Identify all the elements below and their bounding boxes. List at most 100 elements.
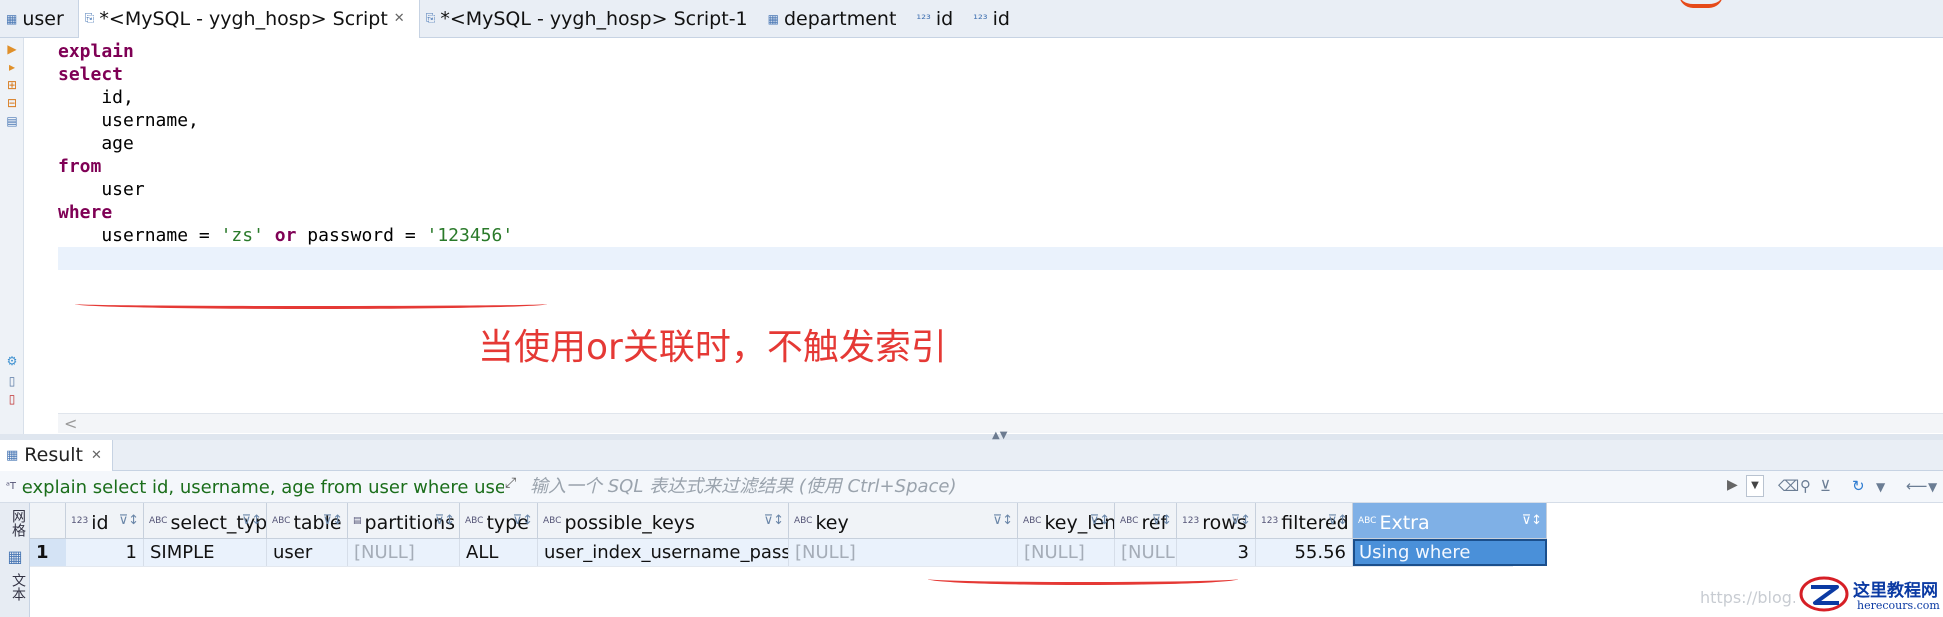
close-icon[interactable]: ✕ [91, 448, 102, 463]
column-header-key_len[interactable]: ABC key_len ⊽↕ [1018, 503, 1115, 539]
tab-2[interactable]: ⎘ *<MySQL - yygh_hosp> Script-1 [420, 0, 762, 38]
column-header-possible_keys[interactable]: ABC possible_keys ⊽↕ [538, 503, 789, 539]
execute-script-icon[interactable]: ▸ [5, 60, 19, 74]
tab-4[interactable]: ¹²³ id [910, 0, 967, 38]
column-header-Extra[interactable]: ABC Extra ⊽↕ [1353, 503, 1547, 539]
site-logo: 这里教程网 herecours.com [1795, 572, 1943, 617]
back-icon[interactable]: ⟵ [1906, 477, 1928, 495]
tab-3[interactable]: ▦ department [762, 0, 911, 38]
grid-view-button[interactable]: 网格 [2, 509, 28, 537]
tab-result[interactable]: ▦ Result ✕ [0, 439, 113, 471]
tab-0[interactable]: ▦ user [0, 0, 78, 38]
text-view-button[interactable]: 文本 [2, 573, 28, 601]
filter-settings-icon[interactable]: ⚲ [1800, 477, 1811, 495]
result-grid[interactable]: 1123id⊽↕1ABCselect_type⊽↕SIMPLEABCtable⊽… [30, 503, 1943, 617]
refresh-icon[interactable]: ↻ [1852, 477, 1865, 495]
new-file-icon[interactable]: ▯ [5, 392, 19, 406]
scroll-left-icon[interactable]: < [64, 414, 77, 433]
cell-partitions[interactable]: [NULL] [348, 539, 460, 566]
apply-filter-icon[interactable]: ▶ [1727, 477, 1738, 493]
sort-filter-icon[interactable]: ⊽↕ [993, 503, 1013, 538]
string-type-icon: ABC [149, 516, 168, 526]
cell-filtered[interactable]: 55.56 [1256, 539, 1353, 566]
explain-plan-icon[interactable]: ⊞ [5, 78, 19, 92]
row-number[interactable]: 1 [30, 539, 66, 566]
cell-ref[interactable]: [NULL] [1115, 539, 1177, 566]
column-header-id[interactable]: 123 id ⊽↕ [66, 503, 144, 539]
numeric-column-icon: ¹²³ [916, 11, 931, 26]
sql-editor[interactable]: ▶ ▸ ⊞ ⊟ ▤ ⚙ ▯ ▯ explain select id, userna… [0, 38, 1943, 434]
eraser-icon[interactable]: ⌫ [1778, 477, 1799, 495]
tab-5[interactable]: ¹²³ id [967, 0, 1024, 38]
sort-filter-icon[interactable]: ⊽↕ [323, 503, 343, 538]
sort-filter-icon[interactable]: ⊽↕ [242, 503, 262, 538]
logo-text-cn: 这里教程网 [1853, 581, 1938, 601]
cell-rows[interactable]: 3 [1177, 539, 1256, 566]
result-filter-bar: ᵃT explain select id, username, age from… [0, 471, 1943, 503]
export-icon[interactable]: ▤ [5, 114, 19, 128]
column-header-partitions[interactable]: ▤ partitions ⊽↕ [348, 503, 460, 539]
sort-filter-icon[interactable]: ⊽↕ [1328, 503, 1348, 538]
editor-tab-bar: ▦ user ⎘ *<MySQL - yygh_hosp> Script ✕ ⎘ *<MyS… [0, 0, 1943, 38]
column-header-rows[interactable]: 123 rows ⊽↕ [1177, 503, 1256, 539]
column-header-key[interactable]: ABC key ⊽↕ [789, 503, 1018, 539]
column-header-table[interactable]: ABC table ⊽↕ [267, 503, 348, 539]
cell-possible_keys[interactable]: user_index_username_password [538, 539, 789, 566]
execute-icon[interactable]: ▶ [5, 42, 19, 56]
expand-icon[interactable]: ⤢ [505, 475, 516, 491]
sort-filter-icon[interactable]: ⊽↕ [513, 503, 533, 538]
grid-corner [30, 503, 66, 539]
close-icon[interactable]: ✕ [394, 11, 405, 26]
refresh-options-icon[interactable]: ▼ [1876, 480, 1885, 494]
column-name: possible_keys [564, 512, 695, 534]
column-header-select_type[interactable]: ABCselect_type⊽↕ [144, 503, 267, 539]
load-plan-icon[interactable]: ⊟ [5, 96, 19, 110]
grid-icon[interactable]: ▦ [2, 547, 28, 566]
filter-history-dropdown[interactable]: ▼ [1746, 475, 1764, 497]
editor-toolbar: ▶ ▸ ⊞ ⊟ ▤ ⚙ ▯ ▯ [0, 38, 24, 434]
cell-id[interactable]: 1 [66, 539, 144, 566]
sort-filter-icon[interactable]: ⊽↕ [1090, 503, 1110, 538]
tab-label: user [22, 7, 64, 30]
settings-icon[interactable]: ⚙ [5, 354, 19, 368]
sql-text: user [58, 179, 145, 200]
cell-key_len[interactable]: [NULL] [1018, 539, 1115, 566]
column-header-filtered[interactable]: 123 filtered ⊽↕ [1256, 503, 1353, 539]
logo-mark-icon [1799, 576, 1849, 612]
sort-filter-icon[interactable]: ⊽↕ [119, 503, 139, 538]
code-line: select [58, 63, 513, 86]
table-icon: ▦ [767, 11, 779, 26]
column-name: key [815, 512, 849, 534]
column-header-ref[interactable]: ABC ref ⊽↕ [1115, 503, 1177, 539]
sort-filter-icon[interactable]: ⊽↕ [435, 503, 455, 538]
cell-Extra[interactable]: Using where [1353, 539, 1547, 566]
sort-filter-icon[interactable]: ⊽↕ [1152, 503, 1172, 538]
sort-filter-icon[interactable]: ⊽↕ [1522, 503, 1542, 538]
code-line: username, [58, 109, 513, 132]
string-type-icon: ABC [1358, 516, 1377, 526]
cell-select_type[interactable]: SIMPLE [144, 539, 267, 566]
tab-1[interactable]: ⎘ *<MySQL - yygh_hosp> Script ✕ [77, 0, 420, 38]
back-options-icon[interactable]: ▼ [1928, 480, 1937, 494]
watermark: https://blog.c [1700, 588, 1806, 607]
tab-label: id [992, 7, 1010, 30]
numeric-type-icon: 123 [71, 516, 89, 526]
string-type-icon: ABC [1023, 516, 1042, 526]
filter-input[interactable]: 输入一个 SQL 表达式来过滤结果 (使用 Ctrl+Space) [530, 475, 1730, 499]
sort-filter-icon[interactable]: ⊽↕ [764, 503, 784, 538]
code-line: user [58, 178, 513, 201]
column-header-type[interactable]: ABC type ⊽↕ [460, 503, 538, 539]
numeric-column-icon: ¹²³ [973, 11, 988, 26]
cell-type[interactable]: ALL [460, 539, 538, 566]
open-file-icon[interactable]: ▯ [5, 374, 19, 388]
cell-key[interactable]: [NULL] [789, 539, 1018, 566]
cell-table[interactable]: user [267, 539, 348, 566]
sql-code[interactable]: explain select id, username, age from user… [58, 40, 513, 270]
query-text: ᵃT explain select id, username, age from… [6, 475, 504, 499]
sort-filter-icon[interactable]: ⊽↕ [1231, 503, 1251, 538]
code-line: from [58, 155, 513, 178]
sql-string: '123456' [426, 225, 514, 246]
filter-icon[interactable]: ⊻ [1820, 477, 1831, 495]
